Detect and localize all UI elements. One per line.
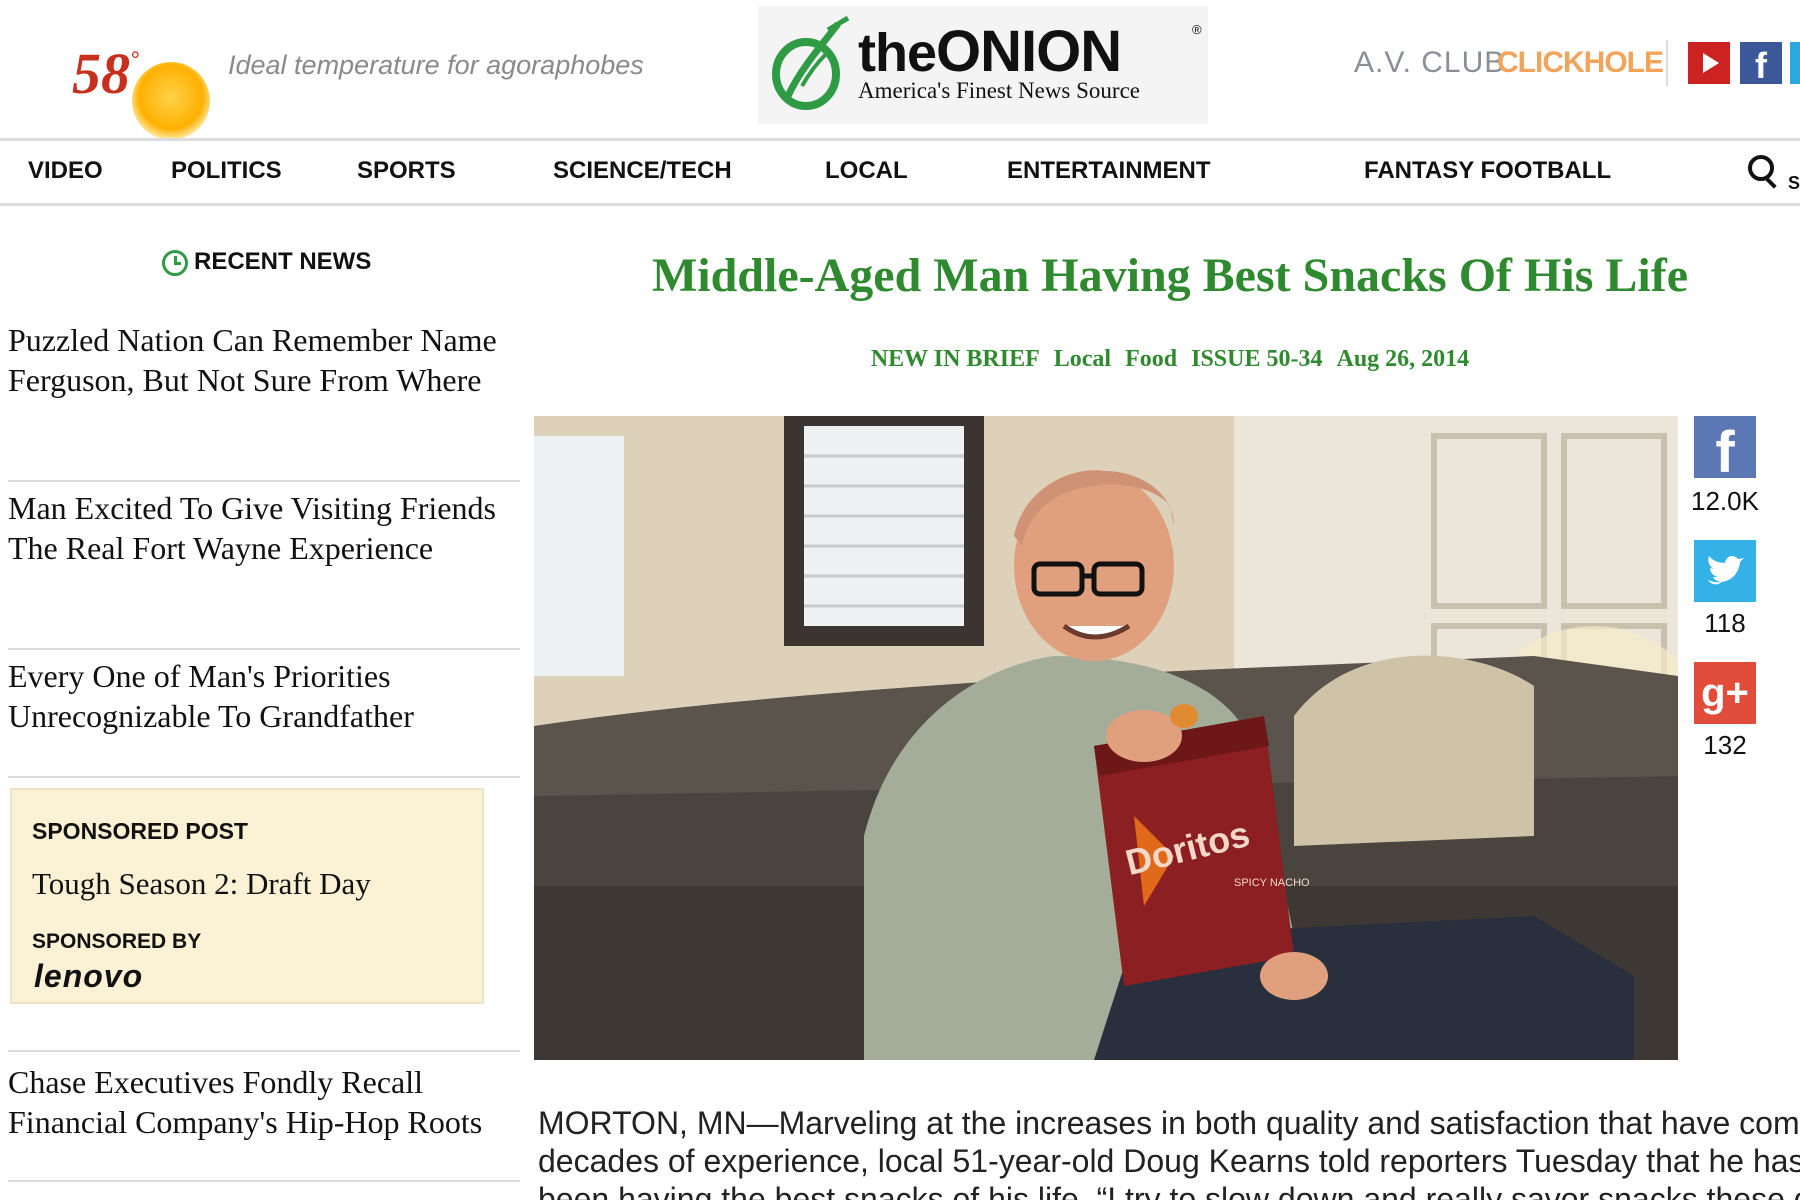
nav-item-video[interactable]: VIDEO	[28, 157, 103, 185]
recent-story-link[interactable]: Chase Executives Fondly Recall Financial…	[8, 1062, 518, 1142]
story-divider	[8, 1180, 520, 1182]
meta-tag-local[interactable]: Local	[1054, 346, 1111, 372]
meta-issue[interactable]: ISSUE 50-34	[1191, 346, 1322, 372]
meta-tag-food[interactable]: Food	[1125, 346, 1177, 372]
sponsored-title[interactable]: Tough Season 2: Draft Day	[32, 866, 371, 902]
search-label[interactable]: S	[1788, 173, 1800, 194]
nav-item-local[interactable]: LOCAL	[825, 157, 908, 185]
article-meta: NEW IN BRIEF Local Food ISSUE 50-34 Aug …	[560, 346, 1780, 373]
main-nav: VIDEO POLITICS SPORTS SCIENCE/TECH LOCAL…	[0, 138, 1800, 206]
story-divider	[8, 480, 520, 482]
story-divider	[8, 776, 520, 778]
clock-icon	[162, 250, 188, 276]
avclub-link[interactable]: A.V. CLUB	[1354, 46, 1505, 80]
recent-story-link[interactable]: Man Excited To Give Visiting Friends The…	[8, 488, 518, 568]
nav-item-science-tech[interactable]: SCIENCE/TECH	[553, 157, 732, 185]
facebook-share-count: 12.0K	[1691, 486, 1759, 516]
sponsored-label: SPONSORED POST	[32, 818, 248, 844]
facebook-icon[interactable]: f	[1740, 42, 1782, 86]
meta-section[interactable]: NEW IN BRIEF	[871, 346, 1040, 372]
article-photo: Doritos SPICY NACHO	[534, 416, 1678, 1060]
temperature-tagline: Ideal temperature for agoraphobes	[228, 50, 644, 80]
nav-item-sports[interactable]: SPORTS	[357, 157, 456, 185]
search-icon[interactable]	[1748, 155, 1774, 181]
googleplus-share-count: 132	[1703, 730, 1747, 760]
twitter-icon[interactable]	[1790, 42, 1800, 84]
site-header: 58° Ideal temperature for agoraphobes th…	[0, 0, 1800, 140]
nav-item-fantasy-football[interactable]: FANTASY FOOTBALL	[1364, 157, 1611, 185]
onion-logo[interactable]: theONION ® America's Finest News Source	[758, 6, 1208, 124]
logo-tagline: America's Finest News Source	[858, 78, 1140, 103]
article-body-line: been having the best snacks of his life.…	[538, 1181, 1800, 1200]
article-body: MORTON, MN—Marveling at the increases in…	[538, 1104, 1800, 1200]
sun-icon	[132, 62, 210, 140]
googleplus-share-icon[interactable]: g+	[1694, 662, 1756, 724]
recent-story-link[interactable]: Puzzled Nation Can Remember Name Ferguso…	[8, 320, 518, 400]
youtube-icon[interactable]	[1688, 42, 1730, 84]
sponsored-by-label: SPONSORED BY	[32, 930, 202, 953]
photo-illustration: Doritos SPICY NACHO	[534, 416, 1678, 1060]
logo-wordmark: theONION	[858, 19, 1122, 84]
clickhole-link[interactable]: CLICKHOLE	[1497, 46, 1664, 80]
onion-icon	[772, 15, 850, 110]
logo-registered-mark: ®	[1192, 22, 1202, 37]
recent-story-link[interactable]: Every One of Man's Priorities Unrecogniz…	[8, 656, 518, 736]
twitter-share-count: 118	[1704, 608, 1746, 638]
article-headline: Middle-Aged Man Having Best Snacks Of Hi…	[651, 249, 1689, 302]
story-divider	[8, 648, 520, 650]
bag-flavor-label: SPICY NACHO	[1234, 877, 1310, 889]
sponsor-logo[interactable]: lenovo	[34, 958, 143, 995]
story-divider	[8, 1050, 520, 1052]
article-body-line: decades of experience, local 51-year-old…	[538, 1143, 1800, 1179]
header-divider	[1666, 40, 1668, 86]
nav-item-entertainment[interactable]: ENTERTAINMENT	[1007, 157, 1211, 185]
facebook-share-icon[interactable]: f	[1694, 416, 1756, 485]
sponsored-post[interactable]: SPONSORED POST Tough Season 2: Draft Day…	[10, 788, 484, 1004]
twitter-share-icon[interactable]	[1694, 540, 1756, 602]
recent-news-heading: RECENT NEWS	[194, 248, 372, 275]
twitter-bird-icon	[1708, 555, 1744, 585]
temperature-readout: 58°	[72, 41, 139, 106]
article-body-line: MORTON, MN—Marveling at the increases in…	[538, 1105, 1800, 1141]
nav-item-politics[interactable]: POLITICS	[171, 157, 282, 185]
meta-date: Aug 26, 2014	[1336, 346, 1470, 372]
recent-news-sidebar: RECENT NEWS Puzzled Nation Can Remember …	[0, 200, 530, 1200]
